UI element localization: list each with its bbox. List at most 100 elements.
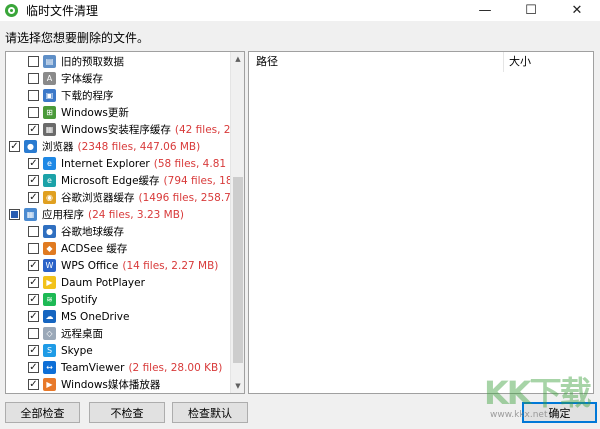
tree-checkbox[interactable] [28,243,39,254]
skype-icon: S [43,344,56,357]
tree-checkbox[interactable] [9,209,20,220]
tree-item-browsers[interactable]: ✓ ● 浏览器 (2348 files, 447.06 MB) [6,138,230,155]
tree-checkbox[interactable]: ✓ [28,277,39,288]
watermark-logo-text: KK下载 [484,374,592,412]
tree-item-label: Windows更新 [61,107,129,119]
window-title: 临时文件清理 [26,4,99,18]
minimize-button[interactable]: — [462,0,508,21]
font-icon: A [43,72,56,85]
scroll-down-icon[interactable]: ▼ [231,379,244,393]
edge-icon: e [43,174,56,187]
tree-item-old-prefetch[interactable]: ▤ 旧的预取数据 [6,53,230,70]
check-default-button[interactable]: 检查默认 [172,402,248,423]
remote-desktop-icon: ◇ [43,327,56,340]
onedrive-icon: ☁ [43,310,56,323]
tree-checkbox[interactable] [28,73,39,84]
tree-checkbox[interactable]: ✓ [28,345,39,356]
tree-item-edge-cache[interactable]: ✓eMicrosoft Edge缓存(794 files, 183.55 MB) [6,172,244,189]
close-button[interactable]: ✕ [554,0,600,21]
tree-item-internet-explorer[interactable]: ✓ e Internet Explorer (58 files, 4.81 MB) [6,155,244,172]
tree-item-teamviewer[interactable]: ✓ ↔ TeamViewer (2 files, 28.00 KB) [6,359,230,376]
tree-scrollbar[interactable]: ▲ ▼ [230,52,244,393]
tree-item-label: Spotify [61,293,98,306]
tree-item-label: Skype [61,344,93,357]
teamviewer-icon: ↔ [43,361,56,374]
tree-item-windows-installer-cache[interactable]: ✓▦Windows安装程序缓存(42 files, 22.29 M [6,121,244,138]
tree-checkbox[interactable]: ✓ [28,158,39,169]
tree-item-acdsee-cache[interactable]: ◆ ACDSee 缓存 [6,240,230,257]
tree-item-label: 远程桌面 [61,328,103,340]
tree-item-wps-office[interactable]: ✓ W WPS Office (14 files, 2.27 MB) [6,257,230,274]
tree-item-windows-update[interactable]: ⊞ Windows更新 [6,104,230,121]
tree-checkbox[interactable]: ✓ [28,260,39,271]
tree-item-font-cache[interactable]: A 字体缓存 [6,70,230,87]
scroll-up-icon[interactable]: ▲ [231,52,244,66]
tree-checkbox[interactable]: ✓ [28,175,39,186]
tree-item-chrome-cache[interactable]: ✓◉谷歌浏览器缓存(1496 files, 258.71 MB) [6,189,244,206]
maximize-button[interactable]: ☐ [508,0,554,21]
chrome-icon: ◉ [43,191,56,204]
spotify-icon: ≋ [43,293,56,306]
download-program-icon: ▣ [43,89,56,102]
scroll-thumb[interactable] [233,177,243,363]
tree-item-label: 浏览器 [42,141,74,153]
check-all-button[interactable]: 全部检查 [5,402,80,423]
title-bar: 临时文件清理 — ☐ ✕ [0,0,600,21]
tree-rows: ▤ 旧的预取数据 A 字体缓存 ▣ 下载的程序 ⊞ Windows更新 ✓ ▦ Windows安装程… [6,53,244,393]
tree-checkbox[interactable]: ✓ [28,362,39,373]
app-logo-icon [5,4,18,17]
tree-checkbox[interactable]: ✓ [9,141,20,152]
uncheck-button[interactable]: 不检查 [89,402,165,423]
tree-item-label: Internet Explorer [61,157,150,170]
watermark-site: www.kkx.net [490,410,548,420]
tree-item-label: WPS Office [61,259,119,272]
column-path-header[interactable]: 路径 [249,52,504,72]
tree-checkbox[interactable] [28,226,39,237]
tree-item-remote-desktop[interactable]: ◇ 远程桌面 [6,325,230,342]
tree-item-label: TeamViewer [61,361,125,374]
tree-checkbox[interactable]: ✓ [28,294,39,305]
tree-item-google-earth-cache[interactable]: ● 谷歌地球缓存 [6,223,230,240]
tree-item-potplayer[interactable]: ✓ ▶ Daum PotPlayer [6,274,230,291]
watermark-logo: KK下载 www.kkx.net [476,366,596,426]
acdsee-icon: ◆ [43,242,56,255]
tree-item-size-info: (2 files, 28.00 KB) [128,361,223,374]
tree-checkbox[interactable] [28,107,39,118]
category-tree[interactable]: ▤ 旧的预取数据 A 字体缓存 ▣ 下载的程序 ⊞ Windows更新 ✓ ▦ Windows安装程… [5,51,245,394]
tree-checkbox[interactable] [28,328,39,339]
prefetch-icon: ▤ [43,55,56,68]
tree-checkbox[interactable] [28,90,39,101]
windows-update-icon: ⊞ [43,106,56,119]
tree-checkbox[interactable] [28,56,39,67]
list-header: 路径 大小 [249,52,593,72]
tree-item-applications[interactable]: ▦ 应用程序 (24 files, 3.23 MB) [6,206,230,223]
tree-item-label: 谷歌地球缓存 [61,226,124,238]
file-list[interactable]: 路径 大小 [248,51,594,394]
tree-item-label: Microsoft Edge缓存 [61,175,160,187]
column-size-header[interactable]: 大小 [504,52,531,72]
tree-item-label: 下载的程序 [61,90,114,102]
tree-checkbox[interactable]: ✓ [28,311,39,322]
potplayer-icon: ▶ [43,276,56,289]
tree-item-downloaded-programs[interactable]: ▣ 下载的程序 [6,87,230,104]
tree-item-windows-media-player[interactable]: ✓ ▶ Windows媒体播放器 [6,376,230,393]
tree-item-spotify[interactable]: ✓ ≋ Spotify [6,291,230,308]
tree-checkbox[interactable]: ✓ [28,379,39,390]
internet-explorer-icon: e [43,157,56,170]
tree-item-skype[interactable]: ✓ S Skype [6,342,230,359]
tree-item-label: 应用程序 [42,209,84,221]
tree-item-label: 旧的预取数据 [61,56,124,68]
tree-checkbox[interactable]: ✓ [28,124,39,135]
globe-icon: ● [24,140,37,153]
tree-item-size-info: (14 files, 2.27 MB) [122,259,219,272]
media-player-icon: ▶ [43,378,56,391]
google-earth-icon: ● [43,225,56,238]
window-controls: — ☐ ✕ [462,0,600,21]
tree-item-label: Windows媒体播放器 [61,379,161,391]
tree-item-onedrive[interactable]: ✓ ☁ MS OneDrive [6,308,230,325]
tree-item-size-info: (24 files, 3.23 MB) [88,208,185,221]
applications-icon: ▦ [24,208,37,221]
tree-item-label: ACDSee 缓存 [61,243,128,255]
tree-item-label: MS OneDrive [61,310,130,323]
tree-checkbox[interactable]: ✓ [28,192,39,203]
